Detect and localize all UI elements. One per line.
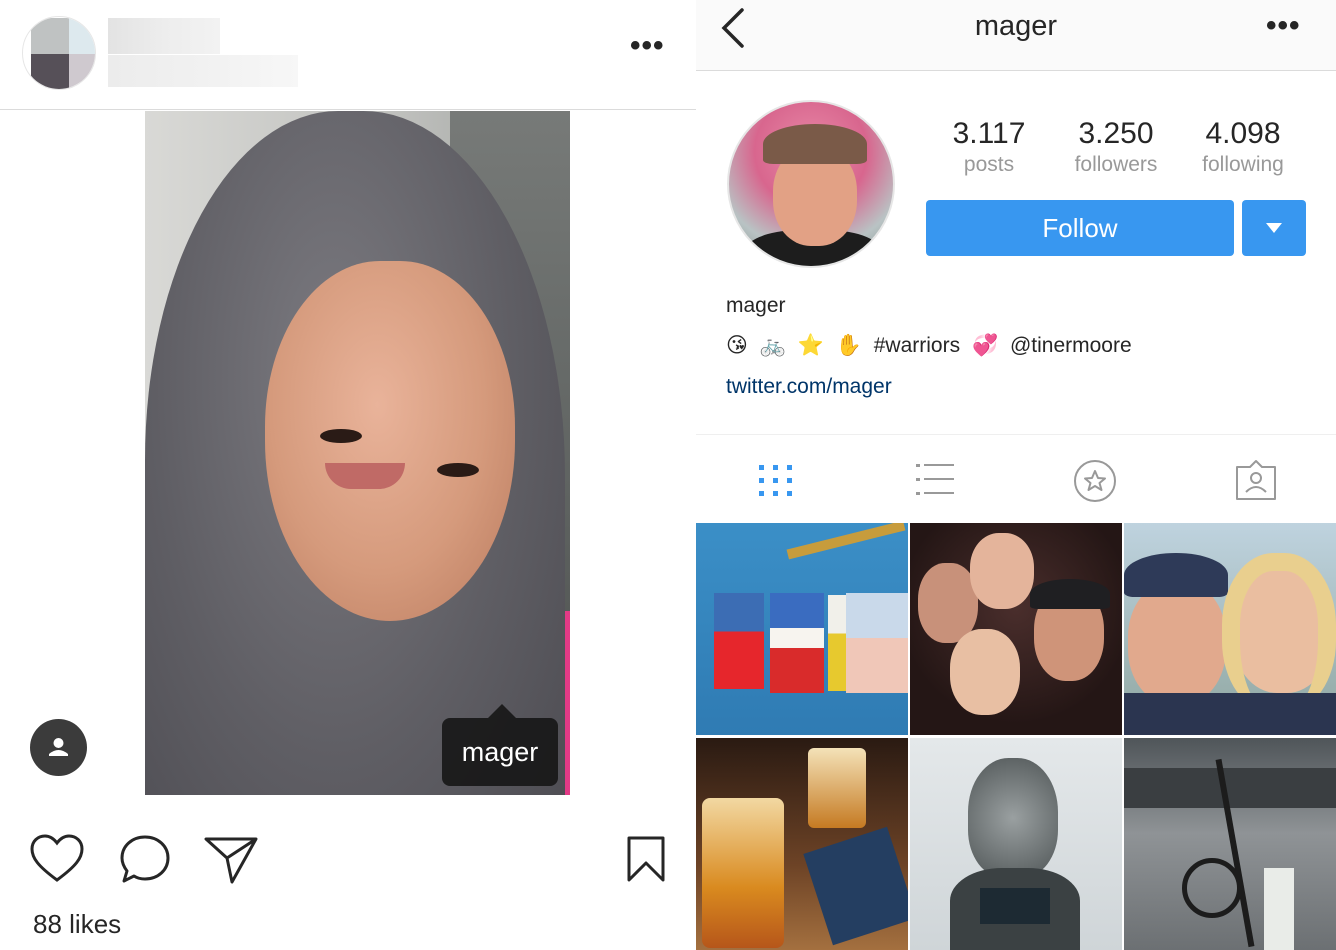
photo-grid [696,523,1336,950]
grid-photo[interactable] [1124,523,1336,735]
poster-avatar[interactable] [22,16,96,90]
photo-tag[interactable]: mager [442,704,558,786]
send-icon[interactable] [204,835,258,885]
profile-username-title: mager [974,10,1058,42]
post-panel: ••• mager 88 likes [0,0,696,950]
more-options-icon[interactable]: ••• [1266,11,1301,41]
bio-mention[interactable]: @tinermoore [1010,334,1132,357]
suggestions-dropdown-button[interactable] [1242,200,1306,256]
bio-hashtag[interactable]: #warriors [874,334,960,357]
bio-link[interactable]: twitter.com/mager [726,375,892,399]
emoji-hearts: 💞 [971,334,999,357]
blurred-username [108,18,220,54]
follow-button[interactable]: Follow [926,200,1234,256]
following-label: following [1202,153,1284,176]
bookmark-icon[interactable] [626,835,666,883]
profile-avatar[interactable] [727,100,895,268]
grid-photo[interactable] [910,738,1122,950]
following-stat[interactable]: 4.098 following [1178,116,1308,178]
followers-stat[interactable]: 3.250 followers [1051,116,1181,178]
grid-photo[interactable] [1124,738,1336,950]
posts-stat[interactable]: 3.117 posts [924,116,1054,178]
followers-count: 3.250 [1078,117,1154,150]
grid-photo[interactable] [696,523,908,735]
emoji-kiss: 😘 [726,334,748,357]
grid-photo[interactable] [910,523,1122,735]
followers-label: followers [1074,153,1158,176]
posts-label: posts [963,153,1015,176]
caret-down-icon [1266,223,1282,233]
grid-icon[interactable] [756,459,796,499]
star-icon[interactable] [1073,459,1117,503]
likes-count[interactable]: 88 likes [33,909,121,940]
tagged-photo-icon[interactable] [1234,459,1278,501]
profile-tabs [696,434,1336,524]
person-icon [49,738,68,756]
bio-name: mager [726,294,786,317]
posts-count: 3.117 [952,117,1026,150]
more-options-icon[interactable]: ••• [630,31,665,61]
post-header: ••• [0,0,696,110]
heart-icon[interactable] [30,834,84,884]
emoji-hand: ✋ [835,334,862,357]
emoji-bicycle: 🚲 [759,334,786,357]
post-photo[interactable] [145,111,570,795]
profile-header: mager ••• [696,0,1336,71]
emoji-star: ⭐ [797,334,824,357]
profile-panel: mager ••• 3.117 posts 3.250 followers 4.… [696,0,1336,950]
list-icon[interactable] [914,459,956,499]
grid-photo[interactable] [696,738,908,950]
tagged-people-button[interactable] [30,719,87,776]
bio-text: 😘 🚲 ⭐ ✋ #warriors 💞 @tinermoore [726,333,1138,358]
following-count: 4.098 [1205,117,1281,150]
comment-icon[interactable] [119,834,171,886]
